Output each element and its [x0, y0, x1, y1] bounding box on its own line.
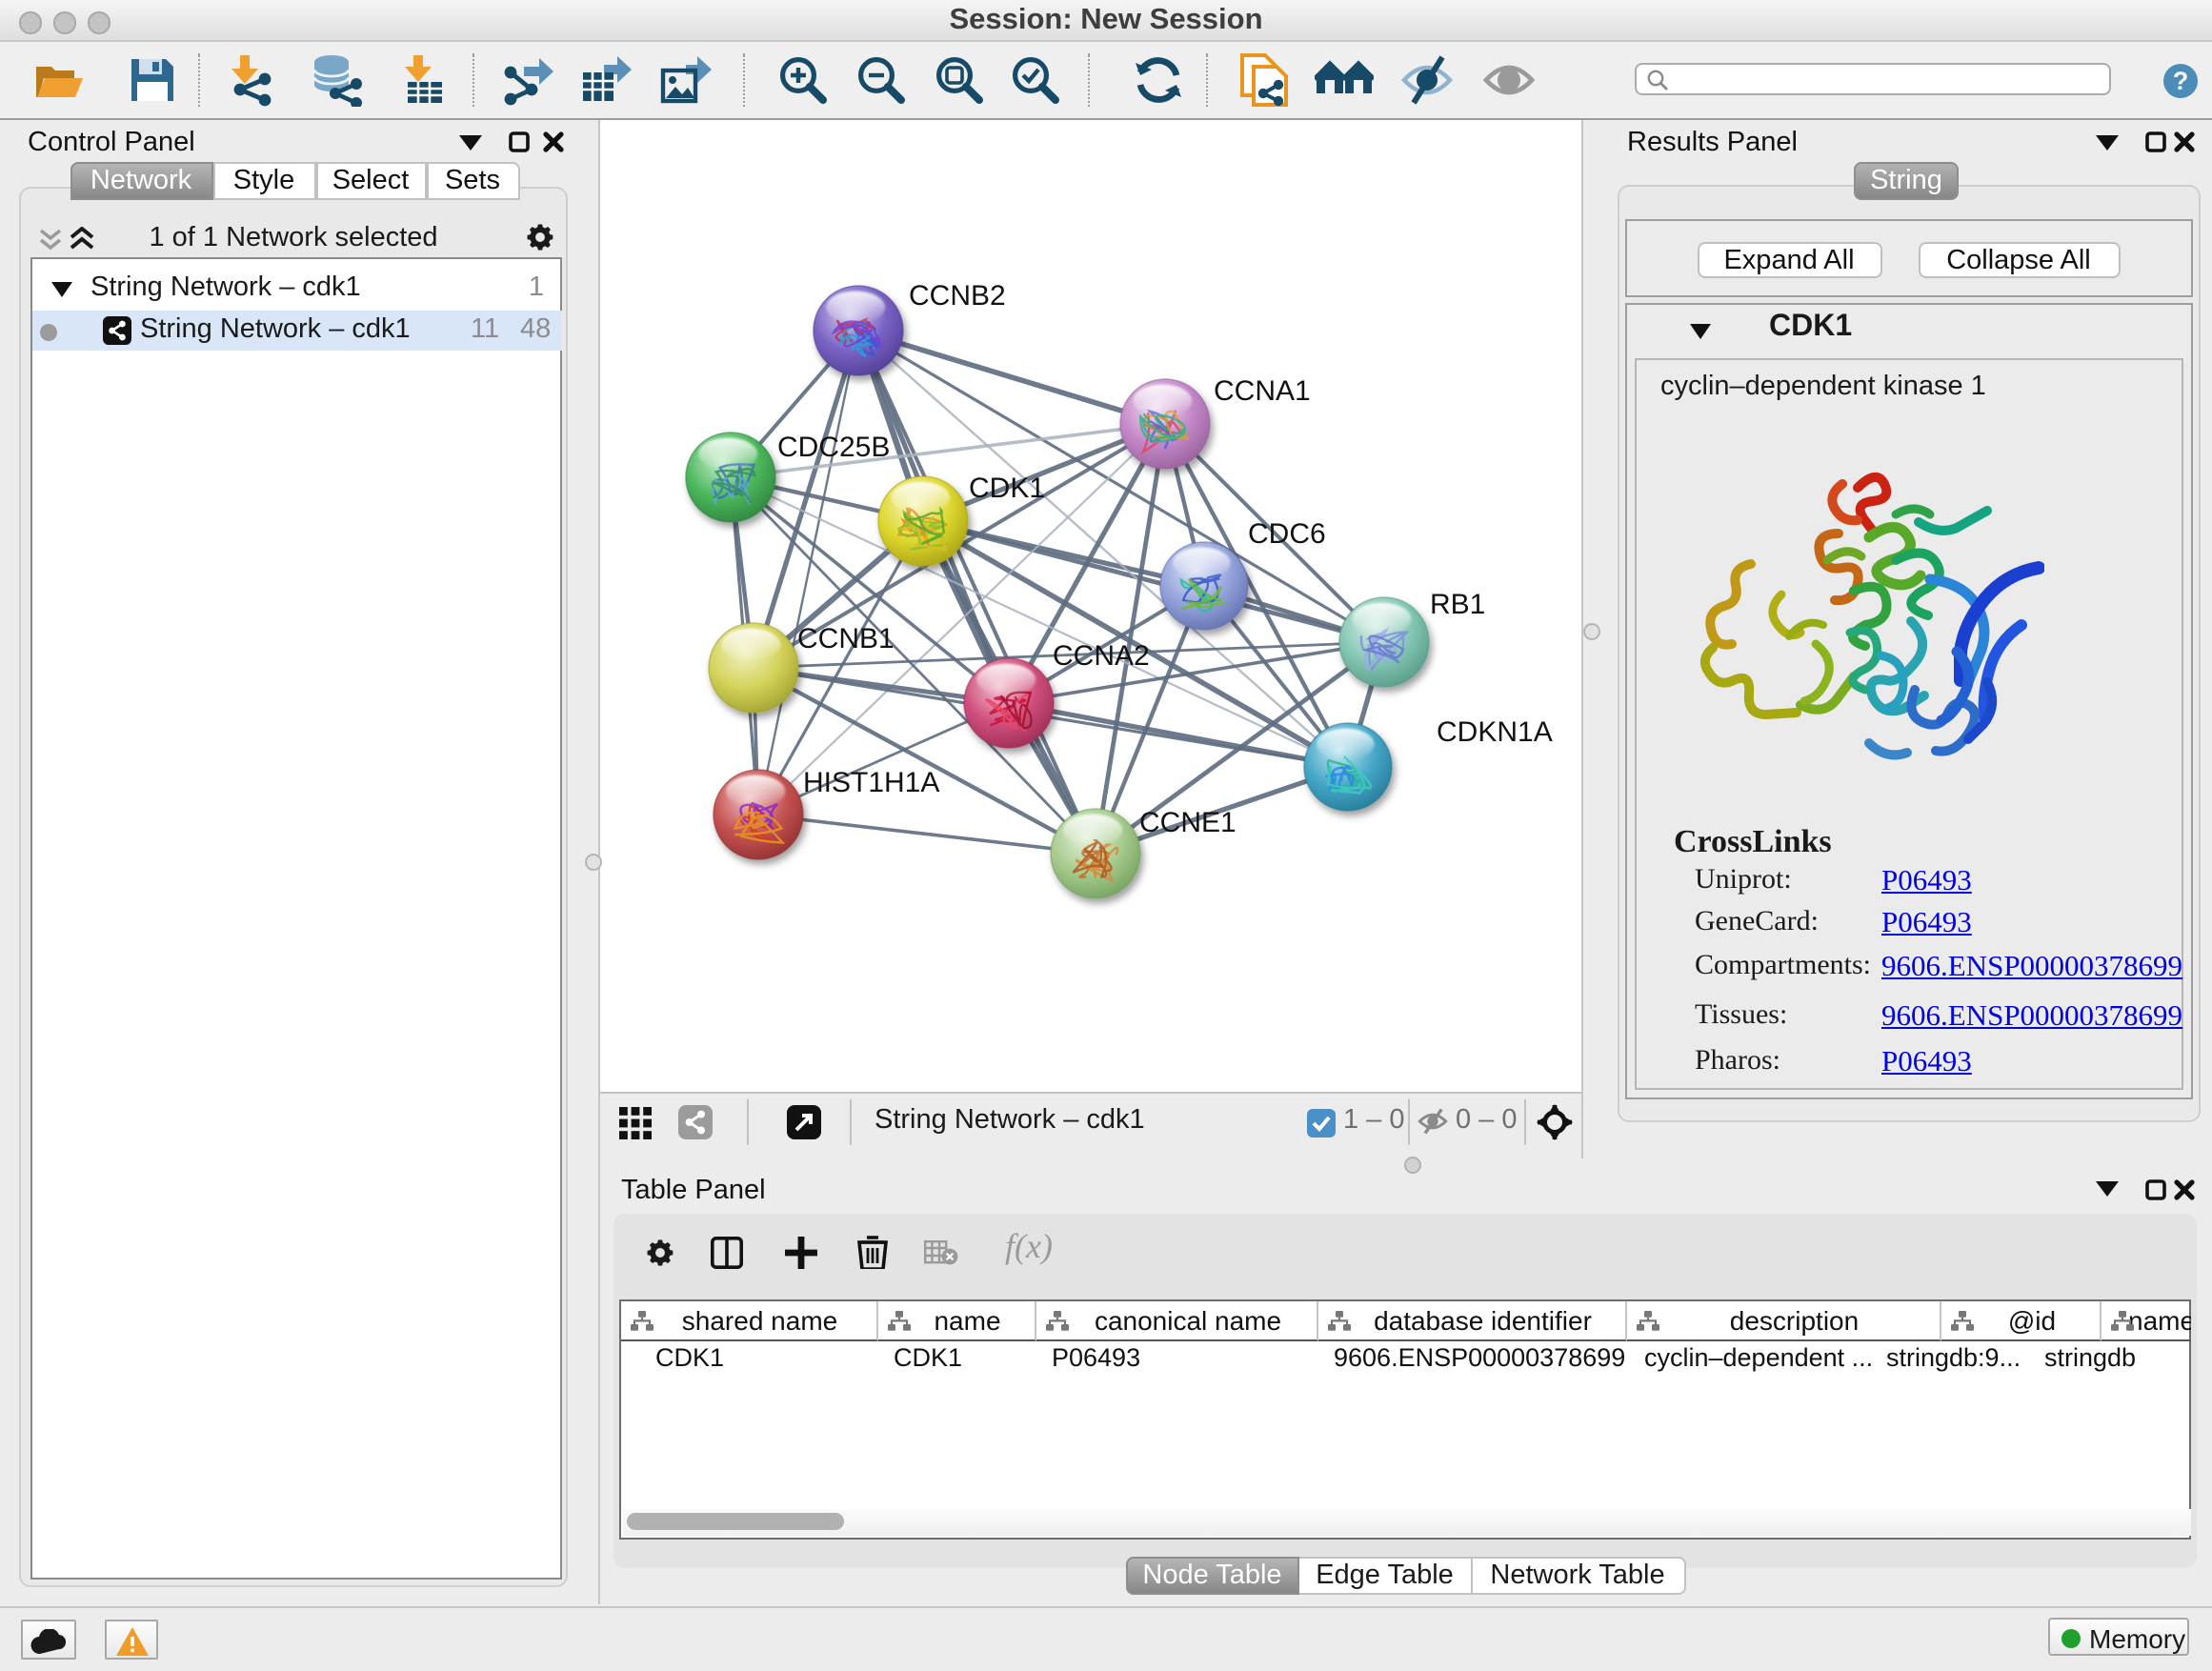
svg-text:CDK1: CDK1	[969, 473, 1045, 504]
svg-text:CCNB2: CCNB2	[909, 280, 1006, 312]
svg-text:HIST1H1A: HIST1H1A	[803, 767, 939, 798]
svg-text:CCNE1: CCNE1	[1139, 807, 1237, 838]
svg-text:CCNA2: CCNA2	[1053, 640, 1150, 672]
svg-text:CDC6: CDC6	[1248, 518, 1326, 550]
svg-text:RB1: RB1	[1430, 589, 1485, 620]
svg-text:CCNA1: CCNA1	[1214, 375, 1311, 407]
svg-text:CCNB1: CCNB1	[797, 623, 895, 654]
svg-text:CDC25B: CDC25B	[777, 432, 890, 463]
svg-text:?: ?	[2172, 67, 2188, 95]
svg-text:CDKN1A: CDKN1A	[1437, 716, 1553, 748]
